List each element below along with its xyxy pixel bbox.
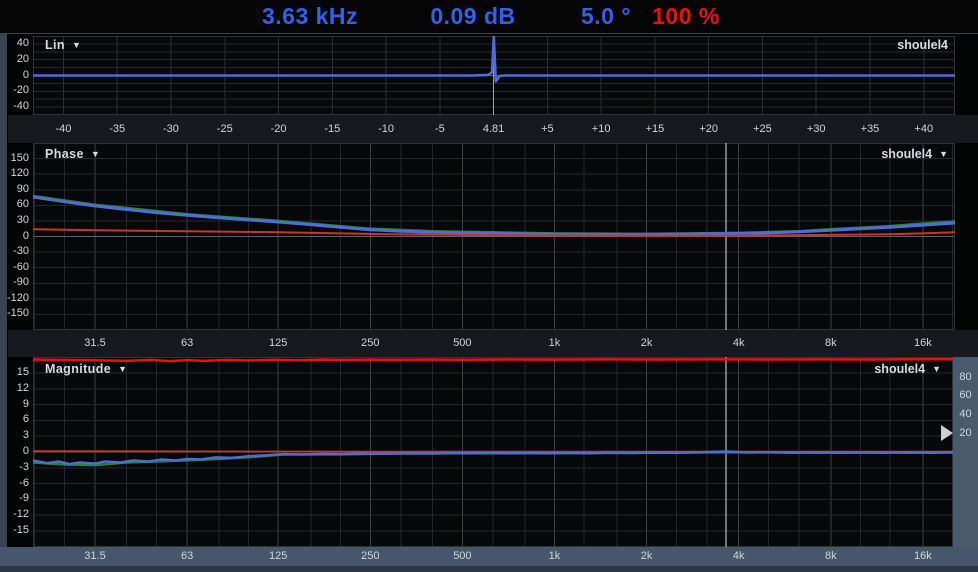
phase-view-label: Phase — [45, 147, 84, 161]
dropdown-arrow-icon: ▼ — [91, 149, 100, 159]
phase-y-tick-label: 0 — [0, 230, 29, 243]
magnitude-plot[interactable] — [33, 357, 953, 547]
phase-y-tick-label: -150 — [0, 307, 29, 320]
magnitude-trace-selector[interactable]: shoulel4 ▼ — [874, 362, 941, 376]
bottom-bar — [0, 566, 978, 572]
cursor-magnitude-readout: 0.09 dB — [430, 3, 515, 30]
impulse-y-tick-label: 0 — [0, 69, 29, 82]
phase-x-tick-label: 2k — [622, 330, 672, 357]
magnitude-y-tick-label: 6 — [0, 413, 29, 426]
magnitude-y-tick-label: 0 — [0, 445, 29, 458]
magnitude-x-tick-label: 500 — [437, 547, 487, 566]
impulse-x-tick-label: +25 — [737, 115, 787, 143]
coherence-axis-column — [953, 357, 978, 547]
impulse-x-tick-label: -15 — [307, 115, 357, 143]
dropdown-arrow-icon: ▼ — [72, 40, 81, 50]
dropdown-arrow-icon: ▼ — [118, 364, 127, 374]
magnitude-x-tick-label: 63 — [162, 547, 212, 566]
phase-y-tick-label: 60 — [0, 198, 29, 211]
magnitude-coherence-tick-label: 20 — [953, 427, 978, 440]
impulse-x-tick-label: -25 — [200, 115, 250, 143]
magnitude-y-tick-label: 9 — [0, 398, 29, 411]
cursor-frequency-readout: 3.63 kHz — [262, 3, 358, 30]
phase-y-tick-label: 90 — [0, 183, 29, 196]
impulse-y-tick-label: -20 — [0, 84, 29, 97]
magnitude-coherence-tick-label: 40 — [953, 408, 978, 421]
phase-x-tick-label: 8k — [806, 330, 856, 357]
phase-x-tick-label: 125 — [253, 330, 303, 357]
impulse-x-tick-label: -35 — [92, 115, 142, 143]
level-marker-icon[interactable] — [941, 425, 953, 441]
magnitude-coherence-tick-label: 60 — [953, 389, 978, 402]
magnitude-x-tick-label: 2k — [622, 547, 672, 566]
impulse-y-tick-label: 20 — [0, 53, 29, 66]
magnitude-y-tick-label: -6 — [0, 477, 29, 490]
phase-trace-name: shoulel4 — [881, 147, 932, 161]
impulse-x-tick-label: 4.81 — [469, 115, 519, 143]
magnitude-x-tick-label: 31.5 — [70, 547, 120, 566]
phase-x-tick-label: 1k — [529, 330, 579, 357]
impulse-x-tick-label: -40 — [38, 115, 88, 143]
phase-y-tick-label: 150 — [0, 152, 29, 165]
phase-trace-selector[interactable]: shoulel4 ▼ — [881, 147, 948, 161]
impulse-trace-name: shoulel4 — [897, 38, 948, 52]
magnitude-y-tick-label: -15 — [0, 524, 29, 537]
magnitude-y-tick-label: 12 — [0, 382, 29, 395]
impulse-plot[interactable] — [33, 36, 955, 115]
magnitude-view-label: Magnitude — [45, 362, 111, 376]
phase-view-selector[interactable]: Phase ▼ — [45, 147, 100, 161]
phase-x-tick-label: 16k — [898, 330, 948, 357]
impulse-x-tick-label: +15 — [630, 115, 680, 143]
phase-y-tick-label: -120 — [0, 292, 29, 305]
magnitude-trace-name: shoulel4 — [874, 362, 925, 376]
impulse-x-tick-label: -5 — [415, 115, 465, 143]
phase-x-tick-label: 250 — [345, 330, 395, 357]
magnitude-y-tick-label: -3 — [0, 461, 29, 474]
magnitude-y-tick-label: 15 — [0, 366, 29, 379]
impulse-x-tick-label: -20 — [254, 115, 304, 143]
magnitude-coherence-tick-label: 80 — [953, 371, 978, 384]
phase-x-tick-label: 4k — [714, 330, 764, 357]
impulse-trace-selector[interactable]: shoulel4 — [897, 38, 948, 52]
phase-y-tick-label: 30 — [0, 214, 29, 227]
impulse-x-tick-label: +20 — [684, 115, 734, 143]
impulse-x-tick-label: -30 — [146, 115, 196, 143]
magnitude-y-tick-label: 3 — [0, 429, 29, 442]
impulse-x-tick-label: +30 — [791, 115, 841, 143]
magnitude-x-tick-label: 250 — [345, 547, 395, 566]
magnitude-x-tick-label: 4k — [714, 547, 764, 566]
dropdown-arrow-icon: ▼ — [939, 149, 948, 159]
phase-plot[interactable] — [33, 143, 955, 330]
cursor-coherence-readout: 100 % — [652, 3, 720, 30]
impulse-x-tick-label: +40 — [899, 115, 949, 143]
impulse-x-tick-label: +35 — [845, 115, 895, 143]
phase-x-tick-label: 500 — [437, 330, 487, 357]
impulse-x-tick-label: +5 — [522, 115, 572, 143]
magnitude-x-tick-label: 125 — [253, 547, 303, 566]
impulse-view-selector[interactable]: Lin ▼ — [45, 38, 81, 52]
cursor-readout-bar: 3.63 kHz 0.09 dB 5.0 ° 100 % — [0, 0, 978, 34]
magnitude-x-tick-label: 16k — [898, 547, 948, 566]
impulse-x-tick-label: +10 — [576, 115, 626, 143]
dropdown-arrow-icon: ▼ — [932, 364, 941, 374]
cursor-phase-readout: 5.0 ° — [581, 3, 631, 30]
phase-y-tick-label: -60 — [0, 261, 29, 274]
magnitude-y-tick-label: -9 — [0, 492, 29, 505]
phase-x-tick-label: 63 — [162, 330, 212, 357]
magnitude-x-tick-label: 1k — [529, 547, 579, 566]
impulse-x-tick-label: -10 — [361, 115, 411, 143]
magnitude-y-tick-label: -12 — [0, 508, 29, 521]
impulse-y-tick-label: 40 — [0, 37, 29, 50]
magnitude-x-tick-label: 8k — [806, 547, 856, 566]
transfer-function-window: 3.63 kHz 0.09 dB 5.0 ° 100 % 40 20 0 -20 -40… — [0, 0, 978, 572]
impulse-y-tick-label: -40 — [0, 100, 29, 113]
impulse-view-label: Lin — [45, 38, 65, 52]
phase-x-tick-label: 31.5 — [70, 330, 120, 357]
phase-y-tick-label: 120 — [0, 167, 29, 180]
magnitude-view-selector[interactable]: Magnitude ▼ — [45, 362, 127, 376]
phase-y-tick-label: -30 — [0, 245, 29, 258]
phase-y-tick-label: -90 — [0, 276, 29, 289]
